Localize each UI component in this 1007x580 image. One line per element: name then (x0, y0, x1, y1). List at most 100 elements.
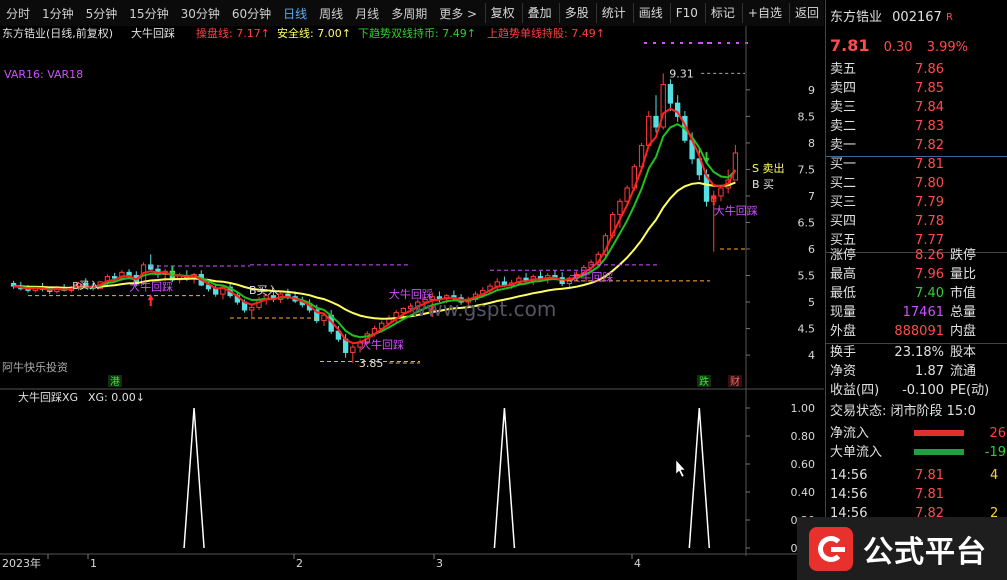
price-tick-label: 6 (808, 243, 815, 256)
big-bull-label: 大牛回踩 (569, 270, 613, 284)
candle-body (653, 115, 659, 128)
top-marker (644, 42, 647, 44)
stat-row: 最高 7.96 量比 (830, 265, 1006, 284)
candle (718, 185, 724, 202)
quote-panel: 东方锆业 002167 R 7.81 0.30 3.99% 交易状态: 闭市阶段… (825, 0, 1007, 580)
price-change: 0.30 (883, 40, 913, 55)
bid-row: 买四 7.78 (830, 212, 1006, 231)
top-marker (653, 42, 656, 44)
price-tick-label: 5.5 (798, 270, 816, 283)
tool-button-0[interactable]: 复权 (484, 3, 520, 23)
xia-qu-shi-readout: 下趋势双线持币: 7.49↑ (358, 26, 476, 40)
stat-label-right: 市值 (950, 286, 977, 301)
stat-label-right: 流通 (950, 364, 977, 379)
candle-body (111, 276, 118, 279)
tab-6[interactable]: 日线 (277, 5, 313, 22)
xg-spike (688, 407, 711, 549)
tool-button-8[interactable]: 返回 (788, 3, 824, 23)
stat-value: 7.96 (915, 267, 944, 282)
time-tick-label: 4 (634, 557, 641, 570)
candle-body (213, 288, 219, 295)
stat-label: 净资 (830, 364, 857, 379)
sub-tick-label: 0.80 (791, 430, 816, 443)
series-line-green (13, 123, 737, 339)
platform-logo: 公式平台 (797, 517, 1007, 580)
bid-price: 7.81 (915, 157, 944, 172)
tool-button-7[interactable]: +自选 (741, 3, 787, 23)
candle (350, 344, 356, 364)
time-tick-label: 3 (436, 557, 443, 570)
tab-4[interactable]: 30分钟 (175, 5, 226, 22)
flow-label: 大单流入 (830, 445, 883, 460)
ask-row: 卖三 7.84 (830, 98, 1006, 117)
tab-3[interactable]: 15分钟 (123, 5, 174, 22)
period-tabs: 分时 1分钟 5分钟 15分钟 30分钟 60分钟 日线 周线 月线 多周期 更多 > (0, 0, 483, 26)
tab-0[interactable]: 分时 (0, 5, 36, 22)
cao-pan-xian-readout: 操盘线: 7.17↑ (196, 26, 270, 40)
tab-2[interactable]: 5分钟 (80, 5, 124, 22)
tool-button-4[interactable]: 画线 (632, 3, 668, 23)
stat-label-right: 总量 (950, 305, 977, 320)
sub-indicator-title: 大牛回踩XG (18, 390, 78, 404)
candle-body (718, 187, 724, 197)
stat-value: 23.18% (894, 345, 944, 360)
an-quan-xian-readout: 安全线: 7.00↑ (277, 26, 351, 40)
indicator-name: 大牛回踩 (131, 26, 175, 40)
candle-body (646, 115, 652, 147)
tool-button-2[interactable]: 多股 (558, 3, 594, 23)
big-bull-label: 大牛回踩 (129, 279, 173, 293)
stat-label-right: 量比 (950, 267, 977, 282)
time-tick-label: 1 (90, 557, 97, 570)
trade-status: 交易状态: 闭市阶段 15:0 (830, 404, 976, 419)
ask-price: 7.83 (915, 119, 944, 134)
top-marker (736, 42, 739, 44)
bid-label: 买一 (830, 157, 857, 172)
price-tick-label: 9 (808, 84, 815, 97)
candle-body (667, 84, 674, 104)
kline-chart[interactable]: 东方锆业(日线,前复权) 大牛回踩 操盘线: 7.17↑ 安全线: 7.00↑ 下趋势双… (0, 26, 824, 580)
bid-price: 7.79 (915, 195, 944, 210)
tick-row: 14:56 7.81 (830, 485, 1006, 504)
price-tick-label: 7.5 (798, 163, 816, 176)
tool-buttons: 复权 叠加 多股 统计 画线 F10 标记 +自选 返回 (483, 0, 824, 26)
bid-label: 买三 (830, 195, 857, 210)
big-bull-label: 大牛回踩 (360, 338, 404, 352)
sub-tick-label: 0.60 (791, 458, 816, 471)
stock-flag: R (945, 12, 953, 23)
tab-7[interactable]: 周线 (313, 5, 349, 22)
tab-1[interactable]: 1分钟 (36, 5, 80, 22)
tool-button-6[interactable]: 标记 (704, 3, 740, 23)
bid-row: 买三 7.79 (830, 193, 1006, 212)
candle (667, 79, 674, 112)
stock-title: 东方锆业 002167 R (830, 8, 1006, 27)
tab-9[interactable]: 多周期 (385, 5, 433, 22)
shang-qu-shi-readout: 上趋势单线持股: 7.49↑ (487, 26, 605, 40)
tick-vol: 4 (990, 468, 999, 483)
tab-10[interactable]: 更多 > (433, 5, 483, 22)
tool-button-5[interactable]: F10 (669, 3, 703, 23)
last-price-row: 7.81 0.30 3.99% (830, 36, 1006, 58)
price-tick-label: 7 (808, 190, 815, 203)
stat-value: 7.40 (915, 286, 944, 301)
tab-8[interactable]: 月线 (349, 5, 385, 22)
candle-body (400, 307, 407, 314)
tab-5[interactable]: 60分钟 (226, 5, 277, 22)
stock-code: 002167 (892, 10, 942, 25)
tick-price: 7.81 (915, 468, 944, 483)
top-marker (662, 42, 665, 44)
stock-name: 东方锆业 (830, 10, 883, 25)
tick-price: 7.81 (915, 487, 944, 502)
tool-button-3[interactable]: 统计 (595, 3, 631, 23)
buy-signal-label: B买入 (249, 284, 279, 297)
bid-label: 买四 (830, 214, 857, 229)
flow-row: 大单流入 -19 (830, 443, 1006, 462)
tool-button-1[interactable]: 叠加 (521, 3, 557, 23)
bid-price: 7.78 (915, 214, 944, 229)
flow-row: 净流入 26 (830, 424, 1006, 443)
top-marker (727, 42, 730, 44)
tick-time: 14:56 (830, 468, 868, 483)
user-watermark: 阿牛快乐投资 (2, 360, 68, 374)
buy-signal-label: B 买 (752, 178, 774, 191)
top-marker (700, 42, 703, 44)
tag-cai: 财 (730, 375, 740, 388)
